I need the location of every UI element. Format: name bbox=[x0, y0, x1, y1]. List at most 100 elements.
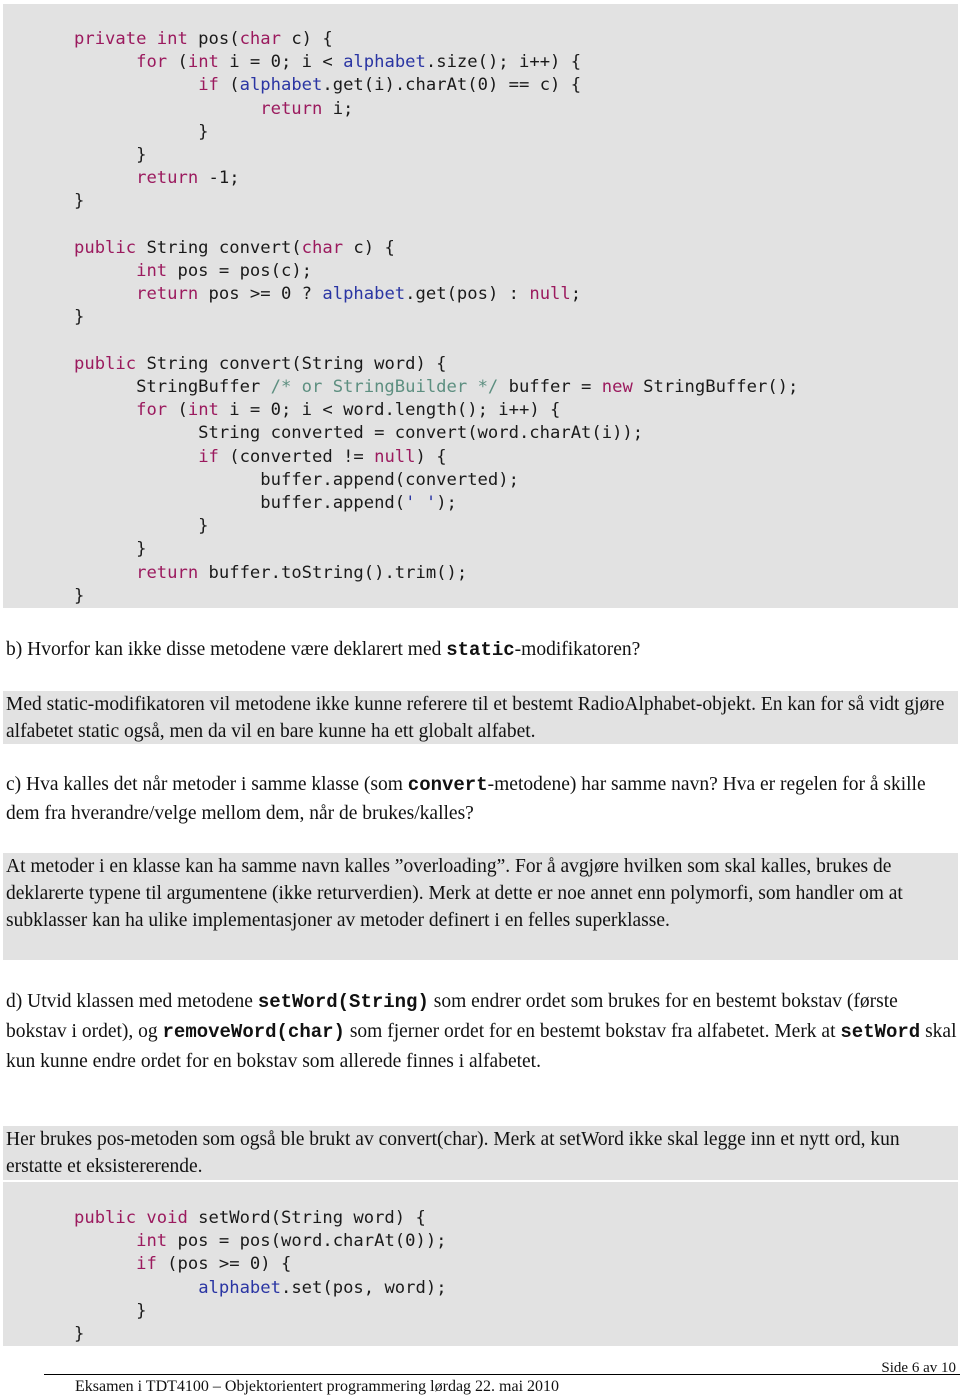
code-text: ( bbox=[167, 400, 188, 421]
code-line: for (int i = 0; i < word.length(); i++) … bbox=[74, 399, 560, 422]
code-text: buffer.append( bbox=[74, 493, 406, 513]
code-field: alphabet bbox=[343, 52, 426, 73]
code-line: return -1; bbox=[74, 167, 240, 190]
code-keyword: public bbox=[74, 237, 137, 258]
code-text: .get(pos) : bbox=[405, 284, 530, 305]
code-line: if (alphabet.get(i).charAt(0) == c) { bbox=[74, 74, 581, 97]
code-line: } bbox=[74, 515, 208, 538]
code-keyword: return bbox=[260, 98, 323, 119]
code-line: int pos = pos(word.charAt(0)); bbox=[74, 1230, 447, 1253]
code-text: i = 0; i < bbox=[218, 52, 344, 73]
code-text: i = 0; i < word.length(); i++) { bbox=[218, 400, 561, 421]
question-d-part3: som fjerner ordet for en bestemt bokstav… bbox=[344, 1021, 841, 1042]
code-block-2: public void setWord(String word) { int p… bbox=[3, 1182, 958, 1346]
code-text: ; bbox=[570, 284, 582, 305]
code-text: String converted = convert(word.charAt(i… bbox=[74, 423, 644, 444]
code-text: ) { bbox=[415, 446, 447, 467]
code-line: for (int i = 0; i < alphabet.size(); i++… bbox=[74, 51, 581, 74]
code-comment: /* or StringBuilder */ bbox=[270, 377, 499, 397]
footer-divider bbox=[44, 1374, 960, 1375]
answer-c: At metoder i en klasse kan ha samme navn… bbox=[3, 853, 958, 960]
question-b-suffix: -modifikatoren? bbox=[514, 639, 641, 660]
code-text: } bbox=[74, 145, 147, 165]
footer-title: Eksamen i TDT4100 – Objektorientert prog… bbox=[75, 1378, 560, 1395]
question-d-part1: d) Utvid klassen med metodene bbox=[6, 991, 258, 1012]
code-line: public String convert(char c) { bbox=[74, 237, 395, 260]
code-text: buffer.append(converted); bbox=[74, 469, 519, 490]
code-text: (converted != bbox=[218, 446, 375, 467]
code-keyword: return bbox=[136, 284, 199, 305]
code-text: pos = pos(word.charAt(0)); bbox=[167, 1231, 447, 1252]
code-line: if (converted != null) { bbox=[74, 446, 447, 469]
code-text: } bbox=[74, 121, 209, 142]
answer-d-text: Her brukes pos-metoden som også ble bruk… bbox=[6, 1129, 900, 1177]
code-field: alphabet bbox=[322, 284, 406, 305]
question-b-code: static bbox=[446, 639, 515, 661]
code-text: .size(); i++) { bbox=[425, 52, 582, 73]
code-text: } bbox=[74, 1324, 85, 1344]
code-text: String convert(String word) { bbox=[136, 353, 447, 374]
code-text: i; bbox=[322, 98, 354, 119]
code-keyword: public bbox=[74, 353, 137, 374]
code-keyword: null bbox=[529, 284, 571, 305]
code-text: .get(i).charAt(0) == c) { bbox=[322, 75, 582, 96]
code-text: (pos >= 0) { bbox=[156, 1254, 292, 1275]
code-keyword: for bbox=[136, 400, 168, 421]
code-line: } bbox=[74, 121, 209, 144]
code-keyword: return bbox=[136, 562, 199, 583]
code-line: buffer.append(' '); bbox=[74, 492, 457, 515]
code-text: } bbox=[74, 585, 85, 606]
answer-c-text: At metoder i en klasse kan ha samme navn… bbox=[6, 856, 903, 931]
code-text: ( bbox=[167, 52, 188, 73]
code-text: c) { bbox=[280, 29, 333, 49]
code-text: } bbox=[74, 191, 85, 212]
code-text: } bbox=[74, 1300, 147, 1321]
code-line: } bbox=[74, 585, 84, 608]
code-keyword: int bbox=[136, 1231, 168, 1252]
code-text: setWord(String word) { bbox=[187, 1208, 426, 1228]
code-keyword: private int bbox=[74, 29, 188, 49]
code-keyword: int bbox=[187, 400, 219, 421]
code-line: public String convert(String word) { bbox=[74, 353, 447, 376]
code-text: } bbox=[74, 539, 147, 560]
code-keyword: char bbox=[239, 29, 281, 49]
question-b: b) Hvorfor kan ikke disse metodene være … bbox=[6, 636, 958, 665]
code-keyword: return bbox=[136, 168, 199, 189]
code-line: return pos >= 0 ? alphabet.get(pos) : nu… bbox=[74, 283, 581, 306]
code-text: StringBuffer(); bbox=[632, 377, 799, 397]
code-text: ( bbox=[218, 75, 240, 96]
code-keyword: new bbox=[601, 377, 633, 397]
code-text: pos( bbox=[187, 29, 240, 49]
code-text: ); bbox=[436, 493, 457, 513]
code-keyword: if bbox=[136, 1254, 157, 1275]
code-keyword: if bbox=[198, 446, 219, 467]
code-line: } bbox=[74, 1323, 84, 1346]
code-line: buffer.append(converted); bbox=[74, 469, 519, 492]
answer-d: Her brukes pos-metoden som også ble bruk… bbox=[3, 1126, 958, 1180]
code-line: private int pos(char c) { bbox=[74, 28, 333, 51]
code-text: String convert( bbox=[136, 237, 302, 258]
answer-b: Med static-modifikatoren vil metodene ik… bbox=[3, 691, 958, 744]
question-b-prefix: b) Hvorfor kan ikke disse metodene være … bbox=[6, 639, 447, 660]
code-keyword: for bbox=[136, 52, 168, 73]
code-line: } bbox=[74, 306, 84, 329]
answer-b-text: Med static-modifikatoren vil metodene ik… bbox=[6, 694, 945, 742]
question-c: c) Hva kalles det når metoder i samme kl… bbox=[6, 771, 958, 828]
code-keyword: char bbox=[301, 237, 344, 258]
code-line: String converted = convert(word.charAt(i… bbox=[74, 422, 643, 445]
question-c-code: convert bbox=[407, 774, 488, 796]
question-d-code-removeword: removeWord(char) bbox=[162, 1021, 345, 1043]
code-text: buffer = bbox=[498, 377, 602, 397]
code-keyword: public void bbox=[74, 1208, 188, 1228]
code-line: } bbox=[74, 190, 84, 213]
code-text: pos = pos(c); bbox=[167, 261, 313, 281]
question-c-prefix: c) Hva kalles det når metoder i samme kl… bbox=[6, 774, 408, 795]
